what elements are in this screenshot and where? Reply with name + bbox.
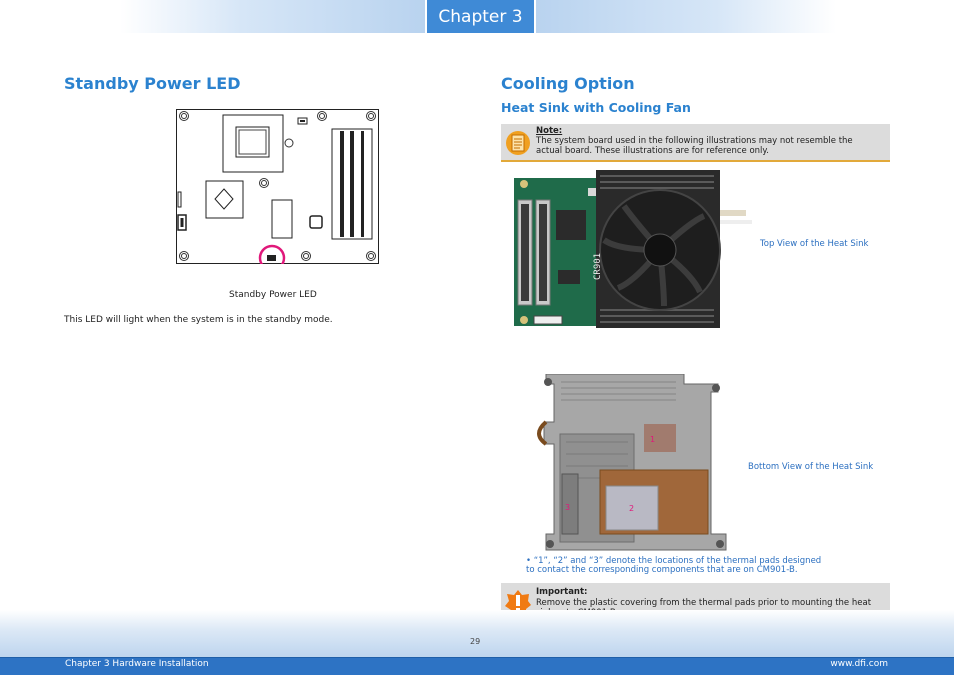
thermal-pad-note: • “1”, “2” and “3” denote the locations … [526,556,822,575]
footer-chapter-label: Chapter 3 Hardware Installation [65,659,209,669]
header-band-left [120,0,425,33]
heatsink-top-view-image: CR901 [514,170,752,328]
module-label: CR901 [593,253,603,280]
note-box: Note: The system board used in the follo… [501,124,890,162]
standby-led-description: This LED will light when the system is i… [64,315,333,325]
bottom-view-caption: Bottom View of the Heat Sink [748,462,874,472]
section-title-cooling: Cooling Option [501,74,635,93]
board-diagram [176,109,379,264]
board-caption: Standby Power LED [229,290,317,300]
header-band-right [536,0,836,33]
section-title-standby-led: Standby Power LED [64,74,241,93]
pad-label-2: 2 [629,504,634,513]
footer-gradient [0,610,954,658]
note-label: Note: [536,126,563,136]
footer-website-link[interactable]: www.dfi.com [830,659,888,669]
pad-label-1: 1 [650,435,655,444]
top-view-caption: Top View of the Heat Sink [760,239,869,249]
important-label: Important: [536,587,588,597]
note-text: The system board used in the following i… [536,136,853,156]
chapter-tab: Chapter 3 [427,0,534,33]
heatsink-bottom-view-image: 1 2 3 [537,374,727,551]
pad-label-3: 3 [565,503,570,512]
note-icon [506,131,530,155]
page-number: 29 [470,637,481,646]
subsection-title-heatsink: Heat Sink with Cooling Fan [501,100,691,115]
